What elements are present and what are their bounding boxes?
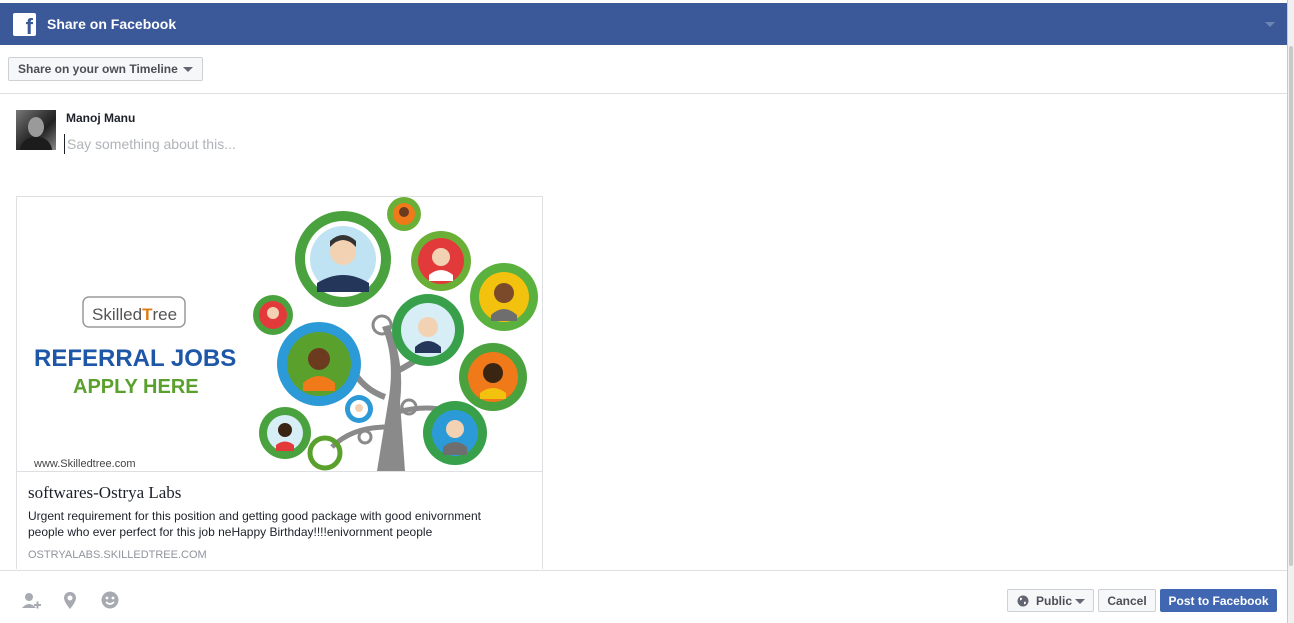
share-target-label: Share on your own Timeline — [18, 62, 178, 76]
svg-text:SkilledTree: SkilledTree — [92, 305, 177, 324]
image-website: www.Skilledtree.com — [33, 458, 135, 470]
link-domain: OSTRYALABS.SKILLEDTREE.COM — [28, 549, 207, 561]
status-input[interactable] — [64, 134, 667, 154]
tag-friends-icon[interactable] — [20, 590, 42, 612]
location-pin-icon[interactable] — [60, 590, 82, 612]
divider — [0, 570, 1287, 571]
chevron-down-icon[interactable] — [1265, 22, 1275, 27]
share-dialog: f Share on Facebook Share on your own Ti… — [0, 0, 1288, 623]
dialog-header: f Share on Facebook — [0, 3, 1287, 45]
image-subheadline: APPLY HERE — [73, 376, 199, 398]
divider — [0, 93, 1287, 94]
post-to-facebook-button[interactable]: Post to Facebook — [1160, 589, 1277, 612]
scrollbar[interactable] — [1288, 0, 1294, 623]
cancel-button[interactable]: Cancel — [1098, 589, 1156, 612]
user-name: Manoj Manu — [66, 111, 136, 125]
link-preview-card[interactable]: SkilledTree REFERRAL JOBS APPLY HERE www… — [16, 196, 543, 569]
facebook-logo-icon: f — [13, 13, 36, 36]
link-description: Urgent requirement for this position and… — [28, 509, 481, 539]
share-target-dropdown[interactable]: Share on your own Timeline — [8, 57, 203, 81]
privacy-label: Public — [1036, 594, 1073, 608]
feeling-emoji-icon[interactable] — [100, 590, 122, 612]
dialog-title: Share on Facebook — [47, 16, 177, 32]
scrollbar-thumb[interactable] — [1289, 46, 1293, 566]
image-headline: REFERRAL JOBS — [34, 345, 236, 372]
link-title[interactable]: softwares-Ostrya Labs — [28, 483, 181, 503]
globe-icon — [1017, 595, 1029, 607]
privacy-selector[interactable]: Public — [1007, 589, 1094, 612]
caret-down-icon — [182, 67, 193, 72]
avatar — [16, 110, 56, 150]
link-preview-image[interactable]: SkilledTree REFERRAL JOBS APPLY HERE www… — [17, 197, 542, 472]
caret-down-icon — [1075, 599, 1085, 604]
skilledtree-logo: SkilledTree — [82, 296, 186, 328]
